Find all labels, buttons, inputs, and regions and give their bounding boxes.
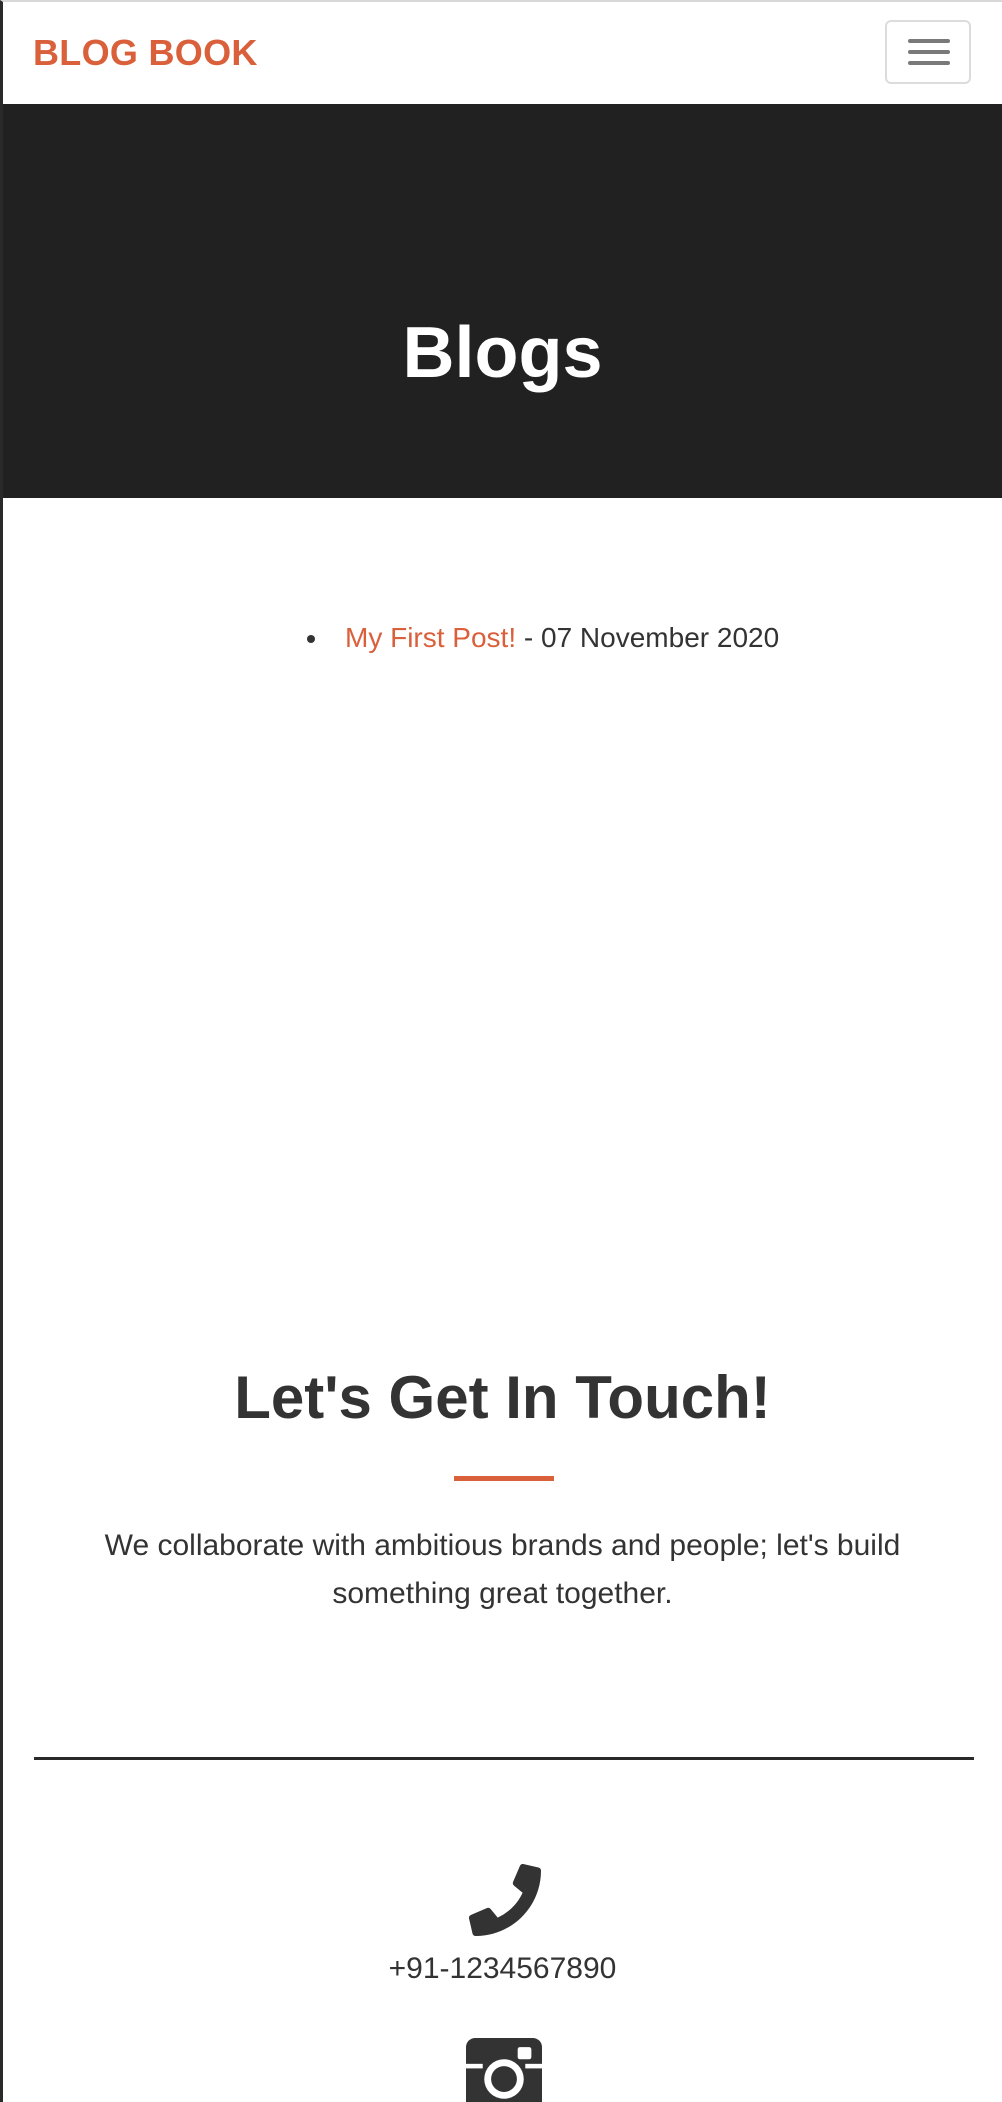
menu-toggle-button[interactable] <box>885 20 971 84</box>
page: BLOG BOOK Blogs My First Post! - 07 Nove… <box>0 0 1002 2102</box>
contact-heading: Let's Get In Touch! <box>234 1364 771 1431</box>
phone-number: +91-1234567890 <box>388 1952 617 1985</box>
blog-post-link[interactable]: My First Post! <box>345 622 516 653</box>
blog-post-list: My First Post! - 07 November 2020 <box>303 622 779 654</box>
blog-post-date: - 07 November 2020 <box>516 622 780 653</box>
navbar: BLOG BOOK <box>3 2 1002 104</box>
list-item: My First Post! - 07 November 2020 <box>303 622 779 654</box>
accent-divider <box>454 1476 554 1481</box>
page-title: Blogs <box>402 313 603 393</box>
section-divider <box>34 1757 974 1760</box>
instagram-icon[interactable] <box>466 2038 542 2102</box>
hamburger-menu-icon-bar <box>908 61 950 65</box>
hero-banner: Blogs <box>3 104 1002 498</box>
contact-description: We collaborate with ambitious brands and… <box>104 1529 901 1610</box>
hamburger-menu-icon <box>908 39 950 43</box>
phone-icon <box>469 1864 541 1936</box>
brand-logo-link[interactable]: BLOG BOOK <box>33 32 258 74</box>
bullet-icon <box>307 635 315 643</box>
hamburger-menu-icon-bar <box>908 50 950 54</box>
